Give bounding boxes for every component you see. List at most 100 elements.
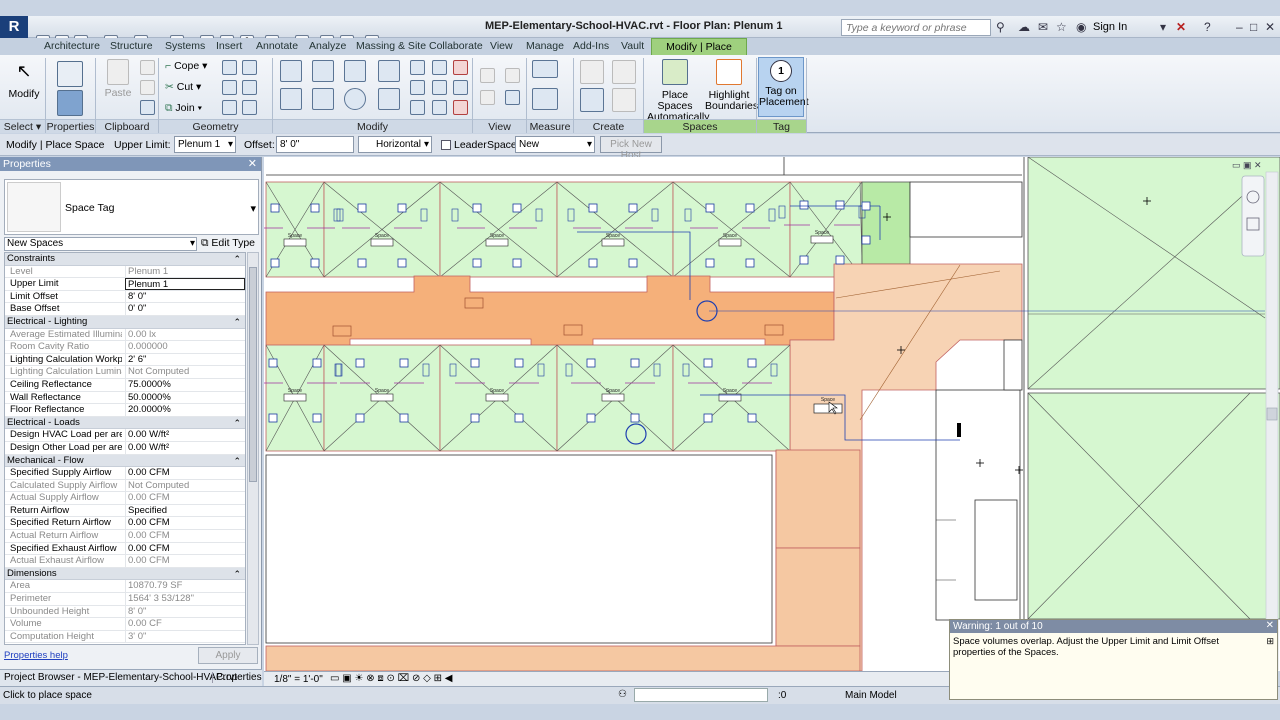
linework-icon[interactable] <box>480 90 495 105</box>
design-option-label[interactable]: Main Model <box>845 690 897 701</box>
property-row[interactable]: Base Offset 0' 0" <box>5 303 245 316</box>
tab-modify-place-space[interactable]: Modify | Place Space <box>651 38 747 69</box>
paste-button[interactable]: Paste <box>100 58 136 116</box>
communication-icon[interactable]: ✉ <box>1038 20 1048 34</box>
properties-help-link[interactable]: Properties help <box>4 650 68 661</box>
property-value[interactable]: 75.0000% <box>125 378 245 391</box>
array-icon[interactable] <box>410 80 425 95</box>
workset-dropdown[interactable] <box>634 688 768 702</box>
property-value[interactable]: 0.00 CFM <box>125 467 245 480</box>
create-group-icon[interactable] <box>580 60 604 84</box>
exchange-apps-icon[interactable]: ✕ <box>1176 20 1186 34</box>
close-icon[interactable]: ✕ <box>1265 20 1275 34</box>
property-value[interactable]: 50.0000% <box>125 391 245 404</box>
leader-checkbox[interactable] <box>441 140 451 150</box>
split-gap-icon[interactable] <box>432 60 447 75</box>
subscription-icon[interactable]: ☁ <box>1018 20 1030 34</box>
tab-view[interactable]: View <box>490 40 513 52</box>
trim-multiple-icon[interactable] <box>432 100 447 115</box>
property-value[interactable]: 0.00 CFM <box>125 517 245 530</box>
highlight-boundaries-button[interactable]: Highlight Boundaries <box>704 58 758 118</box>
user-icon[interactable]: ◉ <box>1076 20 1086 34</box>
detail-level-icon[interactable]: ▭ ▣ ☀ ⊗ ⧈ ⊙ ⌧ ⊘ ◇ ⊞ ◀ <box>330 673 452 684</box>
copy-clipboard-icon[interactable] <box>140 80 155 95</box>
close-icon[interactable]: ✕ <box>1266 620 1274 631</box>
edit-type-button[interactable]: ⧉ Edit Type <box>201 237 255 250</box>
tab-insert[interactable]: Insert <box>216 40 242 52</box>
copy-icon[interactable] <box>312 88 334 110</box>
tab-vault[interactable]: Vault <box>621 40 644 52</box>
remove-paint-icon[interactable] <box>242 80 257 95</box>
property-row[interactable]: Lighting Calculation Workpl... 2' 6" <box>5 353 245 367</box>
rotate-icon[interactable] <box>344 88 366 110</box>
delete-icon[interactable] <box>453 100 468 115</box>
tag-on-placement-button[interactable]: 1 Tag on Placement <box>758 57 809 117</box>
property-row[interactable]: Unbounded Height 8' 0" <box>5 605 245 619</box>
trim-extend-icon[interactable] <box>378 88 400 110</box>
property-value[interactable]: 0.00 W/ft² <box>125 441 245 454</box>
match-type-icon[interactable] <box>140 100 155 115</box>
property-row[interactable]: Lighting Calculation Lumina...Not Comput… <box>5 366 245 379</box>
override-icon[interactable] <box>505 68 520 83</box>
create-parts-icon[interactable] <box>580 88 604 112</box>
property-row[interactable]: Specified Supply Airflow 0.00 CFM <box>5 467 245 480</box>
minimize-icon[interactable]: – <box>1236 20 1243 34</box>
property-row[interactable]: Level Plenum 1 <box>5 265 245 279</box>
move-icon[interactable] <box>280 88 302 110</box>
project-browser-tab[interactable]: Project Browser - MEP-Elementary-School-… <box>4 672 237 683</box>
hammer-icon[interactable] <box>242 100 257 115</box>
property-row[interactable]: Specified Return Airflow 0.00 CFM <box>5 517 245 531</box>
search-input[interactable] <box>841 19 991 36</box>
properties-scrollbar[interactable] <box>247 252 259 645</box>
trim-single-icon[interactable] <box>410 100 425 115</box>
tab-massing-site[interactable]: Massing & Site <box>356 40 426 52</box>
property-group[interactable]: Electrical - Loads <box>5 416 245 430</box>
space-dropdown[interactable]: New ▾ <box>515 136 595 153</box>
wall-joins-icon[interactable] <box>222 60 237 75</box>
offset-icon[interactable] <box>312 60 334 82</box>
favorites-icon[interactable]: ☆ <box>1056 20 1067 34</box>
demolish-icon[interactable] <box>222 100 237 115</box>
thin-line-icon[interactable] <box>505 90 520 105</box>
properties-tab[interactable]: Properties <box>212 672 262 683</box>
tab-collaborate[interactable]: Collaborate <box>429 40 483 52</box>
property-value[interactable]: 0.00 CFM <box>125 542 245 555</box>
tab-architecture[interactable]: Architecture <box>44 40 100 52</box>
modify-button[interactable]: ↖ Modify <box>5 58 43 116</box>
sign-in-dropdown-icon[interactable]: ▾ <box>1160 20 1166 34</box>
properties-button[interactable] <box>48 58 92 118</box>
split-face-icon[interactable] <box>242 60 257 75</box>
property-row[interactable]: Limit Offset 8' 0" <box>5 290 245 304</box>
close-icon[interactable]: ✕ <box>248 157 257 170</box>
upper-limit-dropdown[interactable]: Plenum 1 ▾ <box>174 136 236 153</box>
worksets-icon[interactable]: ⚇ <box>618 689 627 700</box>
property-row[interactable]: Wall Reflectance 50.0000% <box>5 391 245 405</box>
property-group[interactable]: Electrical - Lighting <box>5 315 245 329</box>
offset-input[interactable]: 8' 0" <box>276 136 354 153</box>
property-value[interactable]: 8' 0" <box>125 290 245 303</box>
property-group[interactable]: Constraints <box>5 253 245 266</box>
split-icon[interactable] <box>410 60 425 75</box>
property-row[interactable]: Upper Limit Plenum 1 <box>5 278 245 291</box>
property-value[interactable]: 20.0000% <box>125 404 245 417</box>
tab-structure[interactable]: Structure <box>110 40 153 52</box>
scale-icon[interactable] <box>432 80 447 95</box>
orientation-dropdown[interactable]: Horizontal ▾ <box>358 136 432 153</box>
panel-select[interactable]: Select ▾ <box>0 119 45 133</box>
cut-button[interactable]: ✂ Cut ▾ <box>165 81 201 93</box>
tab-add-ins[interactable]: Add-Ins <box>573 40 609 52</box>
property-row[interactable]: Actual Exhaust Airflow 0.00 CFM <box>5 555 245 568</box>
property-row[interactable]: Actual Supply Airflow 0.00 CFM <box>5 492 245 505</box>
property-row[interactable]: Perimeter 1564' 3 53/128" <box>5 593 245 606</box>
hide-icon[interactable] <box>480 68 495 83</box>
property-value[interactable]: 0.00 W/ft² <box>125 429 245 442</box>
scale-label[interactable]: 1/8" = 1'-0" <box>274 674 323 685</box>
measure-tool-icon[interactable] <box>532 88 558 110</box>
create-similar-icon[interactable] <box>612 60 636 84</box>
help-icon[interactable]: ? <box>1204 20 1211 34</box>
cut-clipboard-icon[interactable] <box>140 60 155 75</box>
property-row[interactable]: Computation Height 3' 0" <box>5 630 245 644</box>
paint-icon[interactable] <box>222 80 237 95</box>
property-row[interactable]: Volume 0.00 CF <box>5 618 245 631</box>
property-row[interactable]: Actual Return Airflow 0.00 CFM <box>5 530 245 543</box>
